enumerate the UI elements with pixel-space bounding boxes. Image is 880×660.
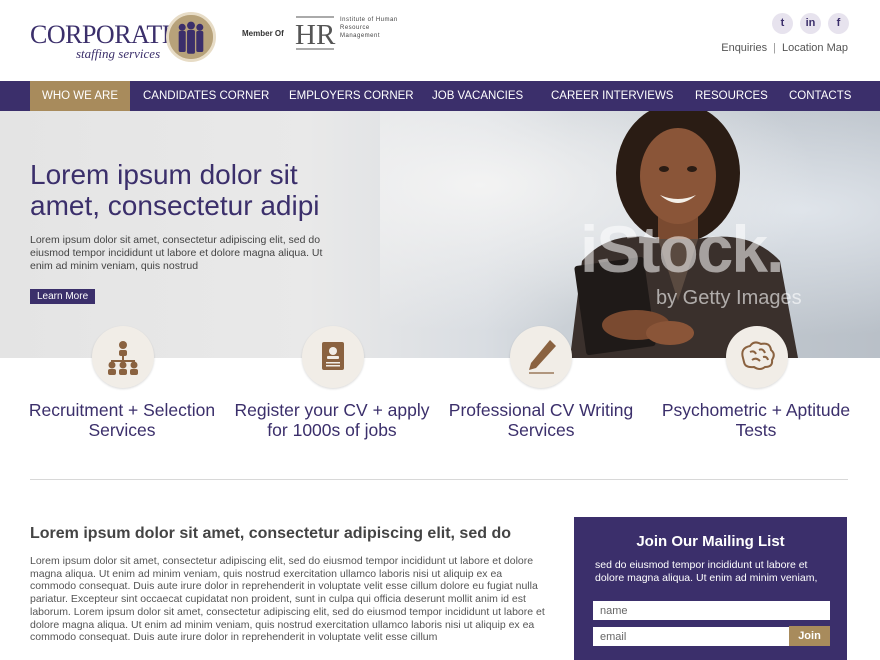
stock-watermark-sub: by Getty Images xyxy=(656,287,802,309)
section-divider xyxy=(30,479,848,480)
brain-icon[interactable] xyxy=(726,326,788,388)
nav-candidates-corner[interactable]: CANDIDATES CORNER xyxy=(143,81,269,111)
facebook-icon[interactable]: f xyxy=(828,13,849,34)
link-separator: | xyxy=(773,42,776,54)
top-links: Enquiries | Location Map xyxy=(721,42,848,54)
member-of-label: Member Of xyxy=(242,29,284,38)
hr-logo-icon: HR xyxy=(292,16,336,51)
mailing-list-title: Join Our Mailing List xyxy=(636,533,785,550)
enquiries-link[interactable]: Enquiries xyxy=(721,42,767,54)
cv-document-icon[interactable] xyxy=(302,326,364,388)
site-header: CORPORATE staffing services Member Of HR… xyxy=(0,0,880,81)
linkedin-icon[interactable]: in xyxy=(800,13,821,34)
nav-resources[interactable]: RESOURCES xyxy=(695,81,768,111)
svg-text:HR: HR xyxy=(295,19,336,50)
hr-org-name: Institute of Human Resource Management xyxy=(340,17,398,39)
main-nav: WHO WE ARE CANDIDATES CORNER EMPLOYERS C… xyxy=(0,81,880,111)
mailing-list-panel: Join Our Mailing List sed do eiusmod tem… xyxy=(574,517,847,660)
join-button[interactable]: Join xyxy=(789,626,830,646)
twitter-icon[interactable]: t xyxy=(772,13,793,34)
service-label-register-cv[interactable]: Register your CV + apply for 1000s of jo… xyxy=(232,400,432,440)
content-body: Lorem ipsum dolor sit amet, consectetur … xyxy=(30,555,545,644)
nav-career-interviews[interactable]: CAREER INTERVIEWS xyxy=(551,81,673,111)
nav-contacts[interactable]: CONTACTS xyxy=(789,81,851,111)
email-input[interactable] xyxy=(593,627,789,646)
nav-who-we-are[interactable]: WHO WE ARE xyxy=(30,81,131,111)
hero-title: Lorem ipsum dolor sit amet, consectetur … xyxy=(30,159,320,221)
site-logo[interactable]: CORPORATE staffing services xyxy=(30,12,220,70)
people-hierarchy-icon[interactable] xyxy=(92,326,154,388)
content-heading: Lorem ipsum dolor sit amet, consectetur … xyxy=(30,525,511,542)
name-input[interactable] xyxy=(593,601,830,620)
service-label-psychometric[interactable]: Psychometric + Aptitude Tests xyxy=(656,400,856,440)
stock-watermark: iStock. xyxy=(580,212,784,286)
hero-banner: iStock. by Getty Images Lorem ipsum dolo… xyxy=(0,111,880,358)
nav-job-vacancies[interactable]: JOB VACANCIES xyxy=(432,81,523,111)
logo-emblem-icon xyxy=(166,12,216,62)
service-label-recruitment[interactable]: Recruitment + Selection Services xyxy=(22,400,222,440)
hr-membership: Member Of HR Institute of Human Resource… xyxy=(242,16,397,56)
mailing-list-text: sed do eiusmod tempor incididunt ut labo… xyxy=(595,559,818,584)
pen-writing-icon[interactable] xyxy=(510,326,572,388)
location-map-link[interactable]: Location Map xyxy=(782,42,848,54)
logo-tagline: staffing services xyxy=(76,46,161,61)
nav-employers-corner[interactable]: EMPLOYERS CORNER xyxy=(289,81,414,111)
learn-more-button[interactable]: Learn More xyxy=(30,289,96,304)
hero-text: Lorem ipsum dolor sit amet, consectetur … xyxy=(30,234,323,272)
service-label-cv-writing[interactable]: Professional CV Writing Services xyxy=(441,400,641,440)
